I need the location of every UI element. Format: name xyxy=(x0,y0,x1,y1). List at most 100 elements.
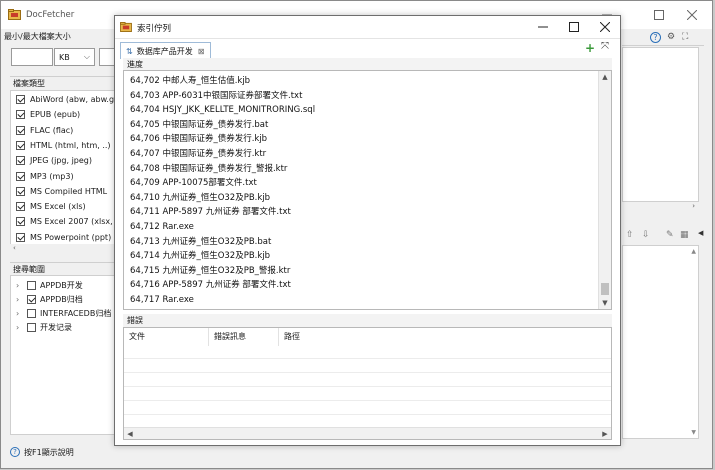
filetypes-header: 檔案類型 xyxy=(10,76,121,89)
preferences-icon[interactable]: ⚙ xyxy=(667,32,675,42)
chevron-right-icon[interactable]: › xyxy=(16,323,27,332)
filetype-item[interactable]: MS Compiled HTML xyxy=(16,184,107,199)
list-item: 64,702 中邮人寿_恒生估值.kjb xyxy=(130,76,251,86)
progress-list: ▲ ▼ 64,702 中邮人寿_恒生估值.kjb 64,703 APP-6031中… xyxy=(123,70,612,310)
filetype-checkbox[interactable] xyxy=(16,110,25,120)
size-section-label: 最小/最大檔案大小 xyxy=(4,32,71,41)
filetype-checkbox[interactable] xyxy=(16,186,25,196)
filetype-checkbox[interactable] xyxy=(16,125,25,135)
progress-vscroll[interactable]: ▲ ▼ xyxy=(598,71,611,309)
filetype-label: JPEG (jpg, jpeg) xyxy=(30,156,92,166)
filetype-checkbox[interactable] xyxy=(16,232,25,242)
status-text: 按F1顯示說明 xyxy=(24,447,74,457)
error-col-file[interactable]: 文件 xyxy=(124,328,209,346)
filetype-item[interactable]: HTML (html, htm, ..) xyxy=(16,138,111,153)
grid-icon[interactable]: ▦ xyxy=(680,230,689,240)
scope-checkbox[interactable] xyxy=(27,280,36,290)
error-table: 文件 錯誤訊息 路徑 ◀ ▶ xyxy=(123,327,612,440)
result-panel xyxy=(622,47,699,202)
filetype-checkbox[interactable] xyxy=(16,171,25,181)
filetypes-hscroll[interactable]: ‹ xyxy=(10,244,121,254)
chevron-right-icon[interactable]: › xyxy=(16,295,27,304)
scroll-thumb[interactable] xyxy=(601,283,609,295)
filetype-item[interactable]: MS Excel (xls) xyxy=(16,199,86,214)
filetype-item[interactable]: AbiWord (abw, abw.g xyxy=(16,92,114,107)
scope-checkbox[interactable] xyxy=(27,322,36,332)
table-row-divider xyxy=(124,386,611,387)
filetype-label: MS Compiled HTML xyxy=(30,186,108,196)
search-scope-tree: › APPDB开发 › APPDB归档 › INTERFACEDB归档 › 开发记录 xyxy=(10,275,121,435)
size-unit-select[interactable]: KB ⌵ xyxy=(54,48,95,66)
filetype-item[interactable]: JPEG (jpg, jpeg) xyxy=(16,153,92,168)
result-hscroll[interactable]: › xyxy=(622,202,699,214)
highlight-icon[interactable]: ✎ xyxy=(666,230,674,240)
chevron-right-icon[interactable]: › xyxy=(16,309,27,318)
filetypes-list: AbiWord (abw, abw.g EPUB (epub) FLAC (flac… xyxy=(10,90,121,245)
dialog-close-button[interactable] xyxy=(590,13,620,41)
chevron-right-icon[interactable]: › xyxy=(16,281,27,290)
min-size-input[interactable] xyxy=(11,48,53,66)
filetype-item[interactable]: EPUB (epub) xyxy=(16,107,80,122)
errors-label: 錯誤 xyxy=(123,314,612,327)
arrow-down-icon[interactable]: ⇩ xyxy=(642,230,650,240)
layout-icon[interactable]: ⛶ xyxy=(682,32,688,42)
tab-database-dev[interactable]: ⇅ 数据库产品开发 ⊠ xyxy=(120,42,212,59)
filetype-checkbox[interactable] xyxy=(16,95,25,104)
close-icon xyxy=(600,22,610,32)
scope-tree-item[interactable]: › INTERFACEDB归档 xyxy=(16,306,111,320)
filetype-label: MS Excel 2007 (xlsx, : xyxy=(30,217,118,227)
expand-icon[interactable]: ⤧ xyxy=(601,41,609,52)
filetype-item[interactable]: MP3 (mp3) xyxy=(16,169,74,184)
filetype-checkbox[interactable] xyxy=(16,140,25,150)
error-col-path[interactable]: 路徑 xyxy=(279,328,611,346)
list-item: 64,709 APP-10075部署文件.txt xyxy=(130,178,257,189)
filetype-checkbox[interactable] xyxy=(16,217,25,227)
filetype-checkbox[interactable] xyxy=(16,202,25,212)
list-item: 64,712 Rar.exe xyxy=(130,222,194,232)
filetype-item[interactable]: MS Powerpoint (ppt) xyxy=(16,230,111,244)
scope-label: INTERFACEDB归档 xyxy=(40,308,112,318)
add-icon[interactable]: + xyxy=(585,41,595,55)
list-item: 64,714 九州证券_恒生O32及PB.kjb xyxy=(130,251,271,262)
scroll-left-icon[interactable]: ‹ xyxy=(13,244,16,252)
dialog-maximize-button[interactable] xyxy=(559,13,589,41)
arrow-up-icon[interactable]: ⇧ xyxy=(626,230,634,240)
dialog-title: 索引佇列 xyxy=(137,24,172,34)
help-icon[interactable]: ? xyxy=(650,32,661,43)
scroll-right-icon[interactable]: ▶ xyxy=(599,428,611,439)
scroll-right-icon[interactable]: › xyxy=(692,202,695,210)
help-icon: ? xyxy=(10,447,20,457)
status-bar: ? 按F1顯示說明 xyxy=(10,445,210,459)
minimize-icon xyxy=(538,26,548,28)
scope-tree-item[interactable]: › APPDB归档 xyxy=(16,292,83,306)
dialog-minimize-button[interactable] xyxy=(528,13,558,41)
filetype-item[interactable]: FLAC (flac) xyxy=(16,123,73,138)
scope-tree-item[interactable]: › 开发记录 xyxy=(16,320,72,334)
filetype-checkbox[interactable] xyxy=(16,156,25,166)
filetype-item[interactable]: MS Excel 2007 (xlsx, : xyxy=(16,214,118,229)
list-item: 64,708 中银国际证券_债券发行_警报.ktr xyxy=(130,163,288,174)
scroll-up-icon[interactable]: ▲ xyxy=(691,248,696,255)
scope-checkbox[interactable] xyxy=(27,294,36,304)
search-scope-header: 搜尋範圍 xyxy=(10,262,121,275)
scroll-left-icon[interactable]: ◀ xyxy=(124,428,136,439)
scope-checkbox[interactable] xyxy=(27,308,36,318)
maximize-icon xyxy=(654,10,664,20)
tab-label: 数据库产品开发 xyxy=(136,46,193,56)
error-hscroll[interactable]: ◀ ▶ xyxy=(124,427,611,439)
collapse-arrow-icon[interactable]: ◀ xyxy=(698,229,704,243)
scroll-down-icon[interactable]: ▼ xyxy=(599,297,611,309)
size-unit-value: KB xyxy=(59,52,70,62)
scroll-down-icon[interactable]: ▼ xyxy=(691,429,696,436)
app-logo-icon xyxy=(8,9,21,20)
scope-tree-item[interactable]: › APPDB开发 xyxy=(16,278,83,292)
size-section-header: 最小/最大檔案大小 xyxy=(1,30,121,44)
tab-close-icon[interactable]: ⊠ xyxy=(198,47,205,56)
table-row-divider xyxy=(124,414,611,415)
maximize-button[interactable] xyxy=(644,1,674,29)
dialog-title-bar: 索引佇列 xyxy=(115,16,620,38)
right-toolbar: ? ⚙ ⛶ xyxy=(622,30,704,46)
close-button[interactable] xyxy=(677,1,707,29)
error-col-message[interactable]: 錯誤訊息 xyxy=(209,328,279,346)
scroll-up-icon[interactable]: ▲ xyxy=(599,71,611,83)
